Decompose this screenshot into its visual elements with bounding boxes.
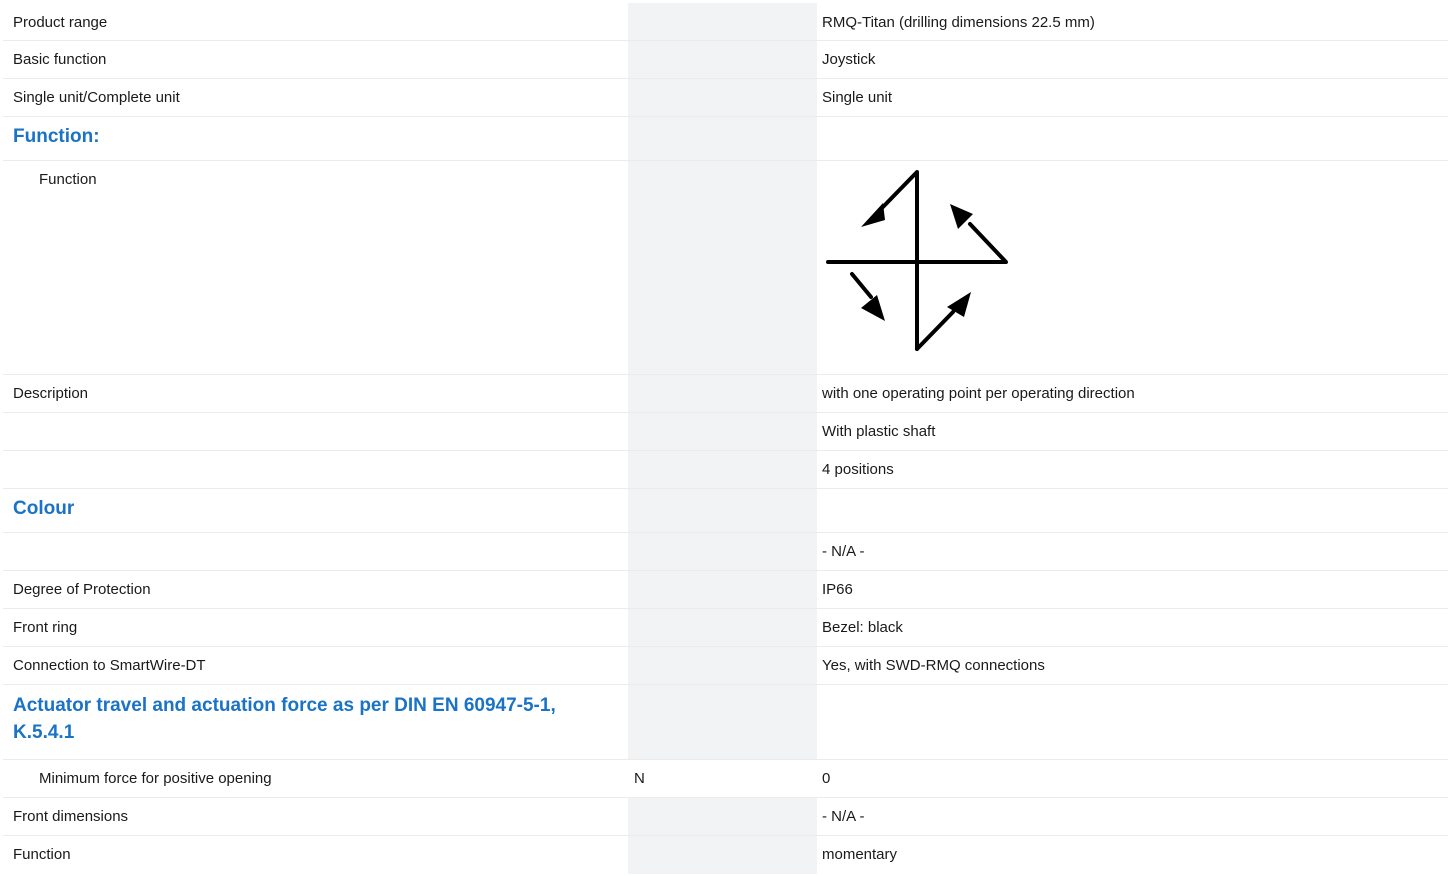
spec-row-description: Description with one operating point per… <box>3 375 1448 413</box>
section-heading-function: Function: <box>3 117 1448 161</box>
spec-unit-extra <box>741 161 817 374</box>
spec-unit-extra <box>741 609 817 646</box>
spec-unit <box>628 533 741 570</box>
spec-label: Single unit/Complete unit <box>13 89 180 106</box>
spec-unit <box>628 571 741 608</box>
spec-unit-extra <box>741 798 817 835</box>
spec-unit <box>628 375 741 412</box>
spec-unit-extra <box>741 836 817 874</box>
spec-value <box>817 117 1448 160</box>
spec-row-front-ring: Front ring Bezel: black <box>3 609 1448 647</box>
spec-unit <box>628 3 741 40</box>
spec-label: Minimum force for positive opening <box>39 770 272 787</box>
joystick-4-direction-icon <box>826 170 1008 351</box>
spec-label: Front ring <box>13 619 78 636</box>
spec-unit <box>628 413 741 450</box>
spec-row-description-3: 4 positions <box>3 451 1448 489</box>
spec-row-basic-function: Basic function Joystick <box>3 41 1448 79</box>
spec-unit <box>628 41 741 78</box>
spec-unit-extra <box>741 760 817 797</box>
spec-table: Product range RMQ-Titan (drilling dimens… <box>3 3 1448 874</box>
spec-unit-extra <box>741 571 817 608</box>
spec-label: Front dimensions <box>13 808 129 825</box>
spec-value: Single unit <box>822 89 893 106</box>
spec-unit-extra <box>741 451 817 488</box>
spec-value: - N/A - <box>822 808 865 825</box>
spec-row-description-2: With plastic shaft <box>3 413 1448 451</box>
spec-label <box>3 413 628 450</box>
section-heading-actuator-travel: Actuator travel and actuation force as p… <box>3 685 1448 760</box>
spec-unit-extra <box>741 117 817 160</box>
spec-value <box>817 489 1448 532</box>
spec-label: Function <box>39 171 97 188</box>
spec-unit <box>628 117 741 160</box>
spec-row-function-figure: Function <box>3 161 1448 375</box>
section-heading: Actuator travel and actuation force as p… <box>13 695 556 743</box>
spec-row-colour: - N/A - <box>3 533 1448 571</box>
spec-unit-extra <box>741 41 817 78</box>
spec-row-minimum-force: Minimum force for positive opening N 0 <box>3 760 1448 798</box>
spec-label: Product range <box>13 14 108 31</box>
spec-value: 4 positions <box>822 461 894 478</box>
spec-unit-extra <box>741 647 817 684</box>
spec-row-front-dimensions: Front dimensions - N/A - <box>3 798 1448 836</box>
spec-value: RMQ-Titan (drilling dimensions 22.5 mm) <box>822 14 1095 31</box>
spec-label: Degree of Protection <box>13 581 151 598</box>
spec-value: Yes, with SWD-RMQ connections <box>822 657 1045 674</box>
spec-value <box>817 161 1448 374</box>
spec-value <box>817 685 1448 759</box>
spec-unit <box>628 609 741 646</box>
spec-row-degree-of-protection: Degree of Protection IP66 <box>3 571 1448 609</box>
section-heading-colour: Colour <box>3 489 1448 533</box>
spec-unit <box>628 685 741 759</box>
spec-unit <box>628 451 741 488</box>
spec-unit-extra <box>741 489 817 532</box>
spec-label: Function <box>13 846 71 863</box>
spec-unit-extra <box>741 413 817 450</box>
spec-value: Bezel: black <box>822 619 903 636</box>
spec-unit-extra <box>741 685 817 759</box>
spec-unit-extra <box>741 533 817 570</box>
spec-row-function-type: Function momentary <box>3 836 1448 874</box>
spec-unit <box>628 647 741 684</box>
spec-value: IP66 <box>822 581 853 598</box>
spec-row-smartwire: Connection to SmartWire-DT Yes, with SWD… <box>3 647 1448 685</box>
spec-label: Description <box>13 385 89 402</box>
spec-value: Joystick <box>822 51 876 68</box>
spec-value: with one operating point per operating d… <box>822 385 1135 402</box>
spec-value: momentary <box>822 846 898 863</box>
spec-unit: N <box>628 760 741 797</box>
spec-value: 0 <box>822 770 831 787</box>
section-heading: Colour <box>13 498 75 519</box>
spec-unit-extra <box>741 3 817 40</box>
spec-label: Basic function <box>13 51 107 68</box>
spec-unit <box>628 798 741 835</box>
spec-unit-extra <box>741 375 817 412</box>
spec-label: Connection to SmartWire-DT <box>13 657 206 674</box>
spec-unit <box>628 489 741 532</box>
section-heading: Function: <box>13 126 100 147</box>
spec-unit <box>628 79 741 116</box>
spec-unit-extra <box>741 79 817 116</box>
spec-value: With plastic shaft <box>822 423 936 440</box>
spec-label <box>3 451 628 488</box>
spec-value: - N/A - <box>822 543 865 560</box>
spec-row-single-unit: Single unit/Complete unit Single unit <box>3 79 1448 117</box>
spec-unit <box>628 836 741 874</box>
spec-label <box>3 533 628 570</box>
spec-unit <box>628 161 741 374</box>
spec-row-product-range: Product range RMQ-Titan (drilling dimens… <box>3 3 1448 41</box>
